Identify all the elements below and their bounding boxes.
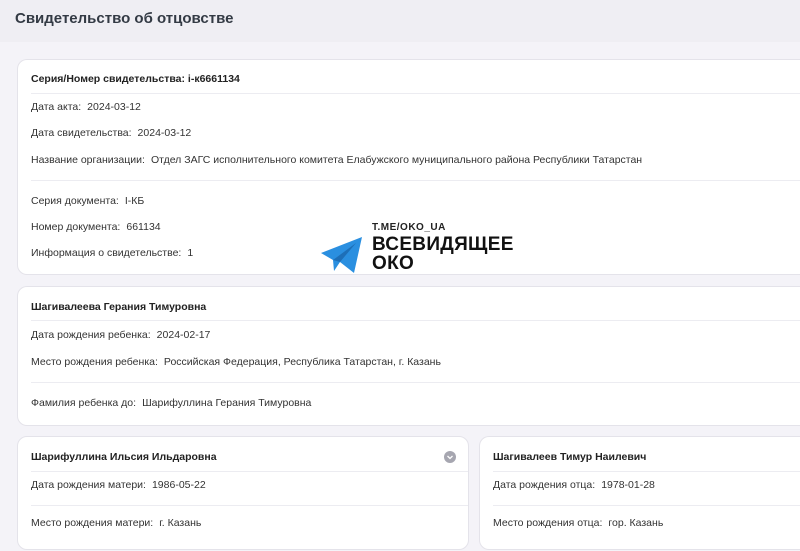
child-prev-surname-label: Фамилия ребенка до: [31,397,137,409]
doc-series-row: Серия документа: I-КБ [31,195,144,207]
child-birth-date-row: Дата рождения ребенка: 2024-02-17 [31,329,210,341]
divider [31,382,800,383]
doc-series-value: I-КБ [124,195,145,207]
watermark-line2: ОКО [372,253,415,274]
divider [493,471,800,472]
child-birth-place-value: Российская Федерация, Республика Татарст… [163,356,441,368]
father-card: Шагивалеев Тимур Наилевич Дата рождения … [479,436,800,550]
father-birth-place-value: гор. Казань [608,517,664,529]
father-name: Шагивалеев Тимур Наилевич [493,451,647,463]
doc-number-value: 661134 [126,221,161,233]
father-birth-place-label: Место рождения отца: [493,517,603,529]
mother-birth-place-value: г. Казань [159,517,202,529]
info-value: 1 [187,247,194,259]
child-birth-date-value: 2024-02-17 [156,329,211,341]
page-header: Свидетельство об отцовстве [0,0,800,42]
cert-date-value: 2024-03-12 [137,127,192,139]
doc-number-label: Номер документа: [31,221,121,233]
father-birth-place-row: Место рождения отца: гор. Казань [493,517,663,529]
info-row: Информация о свидетельстве: 1 [31,247,193,259]
org-value: Отдел ЗАГС исполнительного комитета Елаб… [150,154,643,166]
child-card: Шагивалеева Герания Тимуровна Дата рожде… [17,286,800,426]
act-date-label: Дата акта: [31,101,82,113]
certificate-series-number-value: i-к6661134 [187,73,240,85]
child-prev-surname-value: Шарифуллина Герания Тимуровна [142,397,312,409]
chevron-down-icon[interactable] [444,451,456,463]
page-title: Свидетельство об отцовстве [15,10,234,27]
father-birth-date-label: Дата рождения отца: [493,479,596,491]
divider [31,320,800,321]
divider [493,505,800,506]
cert-date-row: Дата свидетельства: 2024-03-12 [31,127,191,139]
child-prev-surname-row: Фамилия ребенка до: Шарифуллина Герания Т… [31,397,311,409]
mother-birth-place-label: Место рождения матери: [31,517,154,529]
mother-birth-date-row: Дата рождения матери: 1986-05-22 [31,479,206,491]
certificate-series-number-label: Серия/Номер свидетельства: [31,73,185,85]
doc-number-row: Номер документа: 661134 [31,221,161,233]
doc-series-label: Серия документа: [31,195,119,207]
divider [31,471,468,472]
divider [31,180,800,181]
child-birth-date-label: Дата рождения ребенка: [31,329,151,341]
mother-birth-date-value: 1986-05-22 [151,479,206,491]
father-birth-date-value: 1978-01-28 [601,479,655,491]
act-date-row: Дата акта: 2024-03-12 [31,101,141,113]
mother-name: Шарифуллина Ильсия Ильдаровна [31,451,217,463]
cert-date-label: Дата свидетельства: [31,127,132,139]
child-birth-place-row: Место рождения ребенка: Российская Федера… [31,356,441,368]
watermark-url: T.ME/OKO_UA [372,222,446,233]
divider [31,93,800,94]
org-row: Название организации: Отдел ЗАГС исполнит… [31,154,642,166]
org-label: Название организации: [31,154,145,166]
act-date-value: 2024-03-12 [87,101,141,113]
child-birth-place-label: Место рождения ребенка: [31,356,158,368]
mother-card: Шарифуллина Ильсия Ильдаровна Дата рожде… [17,436,469,550]
certificate-series-number: Серия/Номер свидетельства: i-к6661134 [31,73,240,85]
mother-birth-place-row: Место рождения матери: г. Казань [31,517,201,529]
mother-birth-date-label: Дата рождения матери: [31,479,146,491]
info-label: Информация о свидетельстве: [31,247,182,259]
father-birth-date-row: Дата рождения отца: 1978-01-28 [493,479,655,491]
divider [31,505,468,506]
telegram-icon [320,236,364,279]
child-name: Шагивалеева Герания Тимуровна [31,301,207,313]
watermark: T.ME/OKO_UA ВСЕВИДЯЩЕЕ ОКО [320,222,520,278]
